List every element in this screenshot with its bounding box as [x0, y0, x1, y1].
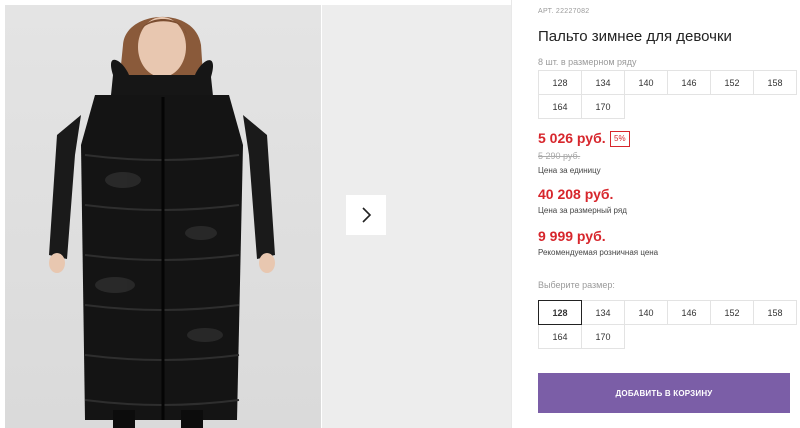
retail-price: 9 999 руб.: [538, 228, 606, 244]
size-option[interactable]: 158: [753, 300, 797, 325]
product-title: Пальто зимнее для девочки: [538, 28, 732, 45]
product-sku: АРТ. 22227082: [538, 8, 590, 15]
size-count: 8 шт. в размерном ряду: [538, 57, 637, 67]
unit-price: 5 026 руб.: [538, 130, 606, 146]
discount-badge: 5%: [610, 131, 630, 147]
old-price: 5 290 руб.: [538, 151, 581, 161]
retail-price-label: Рекомендуемая розничная цена: [538, 248, 659, 257]
size-option[interactable]: 170: [581, 324, 625, 349]
next-image-button[interactable]: [346, 195, 386, 235]
size-option[interactable]: 134: [581, 300, 625, 325]
size-option[interactable]: 164: [538, 324, 582, 349]
vertical-divider: [511, 0, 512, 428]
set-price: 40 208 руб.: [538, 186, 614, 202]
size-range-cell: 128: [538, 70, 582, 95]
size-option-selected[interactable]: 128: [538, 300, 582, 325]
girl-in-black-coat-illustration: [49, 16, 275, 428]
size-range-cell: 158: [753, 70, 797, 95]
chevron-right-icon: [362, 207, 372, 223]
product-photo[interactable]: [5, 5, 321, 428]
size-range-cell: 170: [581, 94, 625, 119]
product-gallery: [0, 0, 511, 428]
add-to-cart-button[interactable]: ДОБАВИТЬ В КОРЗИНУ: [538, 373, 790, 413]
choose-size-label: Выберите размер:: [538, 280, 615, 290]
size-option[interactable]: 152: [710, 300, 754, 325]
size-range-cell: 134: [581, 70, 625, 95]
size-option[interactable]: 146: [667, 300, 711, 325]
size-option[interactable]: 140: [624, 300, 668, 325]
size-range-cell: 152: [710, 70, 754, 95]
unit-price-label: Цена за единицу: [538, 166, 601, 175]
size-range-cell: 164: [538, 94, 582, 119]
size-range-cell: 140: [624, 70, 668, 95]
size-range-cell: 146: [667, 70, 711, 95]
size-range-grid: 128 134 140 146 152 158 164 170: [538, 70, 797, 119]
set-price-label: Цена за размерный ряд: [538, 206, 627, 215]
product-info: АРТ. 22227082 Пальто зимнее для девочки …: [538, 0, 800, 428]
size-picker-grid: 128 134 140 146 152 158 164 170: [538, 300, 797, 349]
